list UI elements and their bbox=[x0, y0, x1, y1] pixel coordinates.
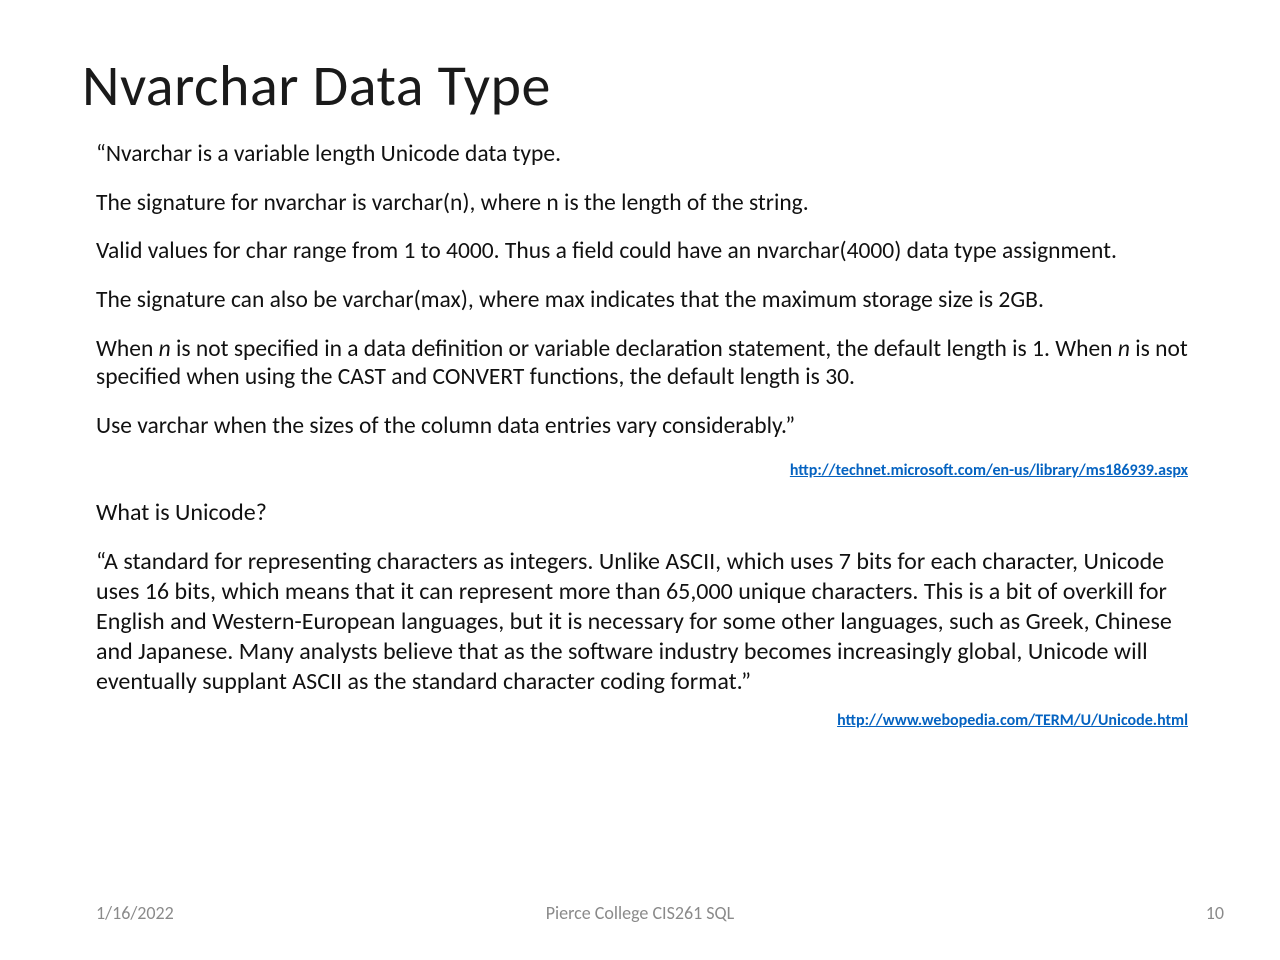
slide-title: Nvarchar Data Type bbox=[82, 50, 551, 121]
unicode-quote: “A standard for representing characters … bbox=[96, 547, 1188, 697]
footer-center: Pierce College CIS261 SQL bbox=[0, 902, 1280, 924]
p5-text-a: When bbox=[96, 335, 159, 363]
source-link-1-row: http://technet.microsoft.com/en-us/libra… bbox=[96, 461, 1188, 480]
source-link-2-row: http://www.webopedia.com/TERM/U/Unicode.… bbox=[96, 711, 1188, 730]
p5-n-1: n bbox=[159, 335, 171, 363]
paragraph-1: “Nvarchar is a variable length Unicode d… bbox=[96, 140, 1188, 169]
paragraph-6: Use varchar when the sizes of the column… bbox=[96, 412, 1188, 441]
paragraph-5: When n is not specified in a data defini… bbox=[96, 335, 1188, 392]
paragraph-4: The signature can also be varchar(max), … bbox=[96, 286, 1188, 315]
footer-page-number: 10 bbox=[1206, 902, 1224, 924]
slide: Nvarchar Data Type “Nvarchar is a variab… bbox=[0, 0, 1280, 960]
source-link-2[interactable]: http://www.webopedia.com/TERM/U/Unicode.… bbox=[837, 711, 1188, 730]
p5-text-b: is not specified in a data definition or… bbox=[171, 335, 1118, 363]
slide-body: “Nvarchar is a variable length Unicode d… bbox=[96, 140, 1188, 730]
paragraph-3: Valid values for char range from 1 to 40… bbox=[96, 237, 1188, 266]
unicode-question: What is Unicode? bbox=[96, 498, 1188, 527]
p5-n-2: n bbox=[1118, 335, 1130, 363]
source-link-1[interactable]: http://technet.microsoft.com/en-us/libra… bbox=[790, 461, 1188, 480]
paragraph-2: The signature for nvarchar is varchar(n)… bbox=[96, 189, 1188, 218]
